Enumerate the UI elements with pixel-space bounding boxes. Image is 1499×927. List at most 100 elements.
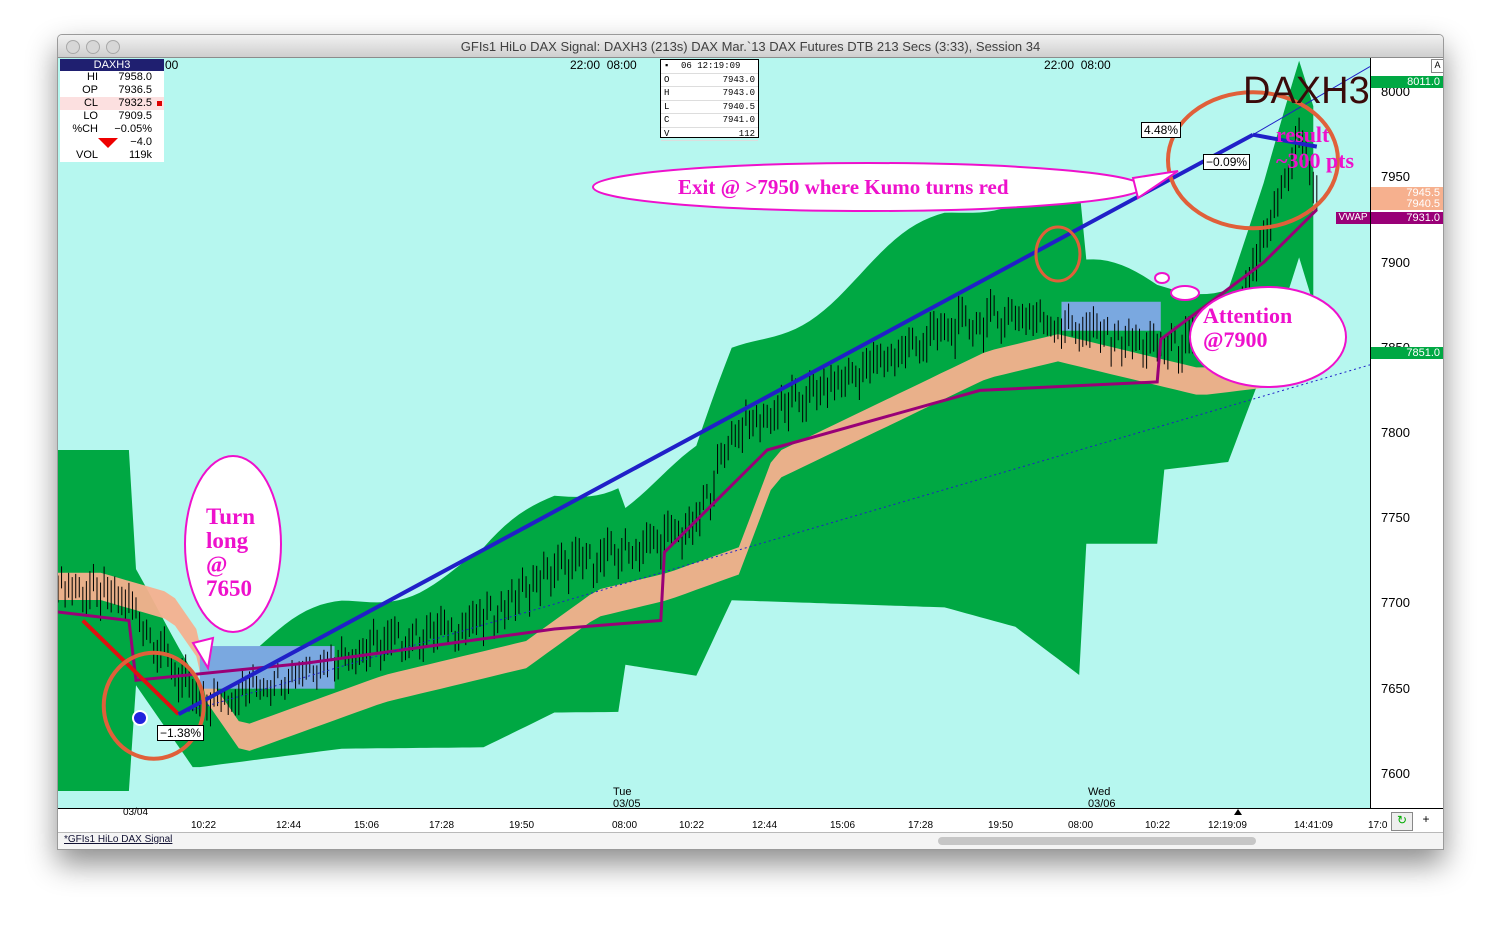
ohlc-key: LO bbox=[83, 110, 98, 122]
last-high-tag: 8011.0 bbox=[1371, 76, 1443, 88]
exit-label: Exit @ >7950 where Kumo turns red bbox=[678, 175, 1009, 199]
time-tick-label: 15:06 bbox=[830, 820, 856, 831]
time-tick-label: 08:00 bbox=[612, 820, 638, 831]
data-window-row: O 7943.0 bbox=[661, 74, 758, 87]
price-tick-label: 7900 bbox=[1381, 254, 1410, 270]
time-tick-label: 19:50 bbox=[988, 820, 1014, 831]
pct-label-end: −0.09% bbox=[1203, 154, 1251, 170]
title-bar: GFIs1 HiLo DAX Signal: DAXH3 (213s) DAX … bbox=[58, 35, 1443, 58]
time-tick-label: 10:22 bbox=[191, 820, 217, 831]
data-window-key: O bbox=[664, 74, 670, 85]
attention-label: Attention @7900 bbox=[1203, 304, 1292, 352]
signal-marker-icon bbox=[132, 710, 148, 726]
ohlc-key: HI bbox=[87, 71, 98, 83]
down-arrow-icon bbox=[98, 138, 118, 148]
data-window-value: 112 bbox=[738, 128, 755, 139]
ohlc-symbol: DAXH3 bbox=[60, 59, 164, 71]
ohlc-value: 119k bbox=[128, 149, 152, 161]
top-time-right: 22:00 08:00 bbox=[1044, 58, 1111, 72]
ohlc-key: OP bbox=[82, 84, 98, 96]
data-window-value: 7941.0 bbox=[722, 115, 755, 125]
ohlc-key: %CH bbox=[72, 123, 98, 135]
thought-dot-large bbox=[1170, 285, 1200, 301]
plot-area[interactable]: DAXH3 result ~300 pts DAXH3 HI 7958.0 OP 79… bbox=[58, 58, 1370, 808]
top-time-partial: 00 bbox=[165, 58, 179, 72]
time-tick-label: 14:41:09 bbox=[1294, 820, 1333, 831]
zoom-in-icon[interactable]: + bbox=[1416, 812, 1436, 829]
data-window-row: ▪ 06 12:19:09 bbox=[661, 60, 758, 74]
ohlc-value: −4.0 bbox=[130, 136, 152, 148]
turn-long-line3: @ bbox=[206, 552, 228, 577]
data-window-key: ▪ bbox=[664, 61, 670, 71]
turn-long-line1: Turn bbox=[206, 504, 256, 529]
status-bar: *GFIs1 HiLo DAX Signal bbox=[58, 832, 1443, 849]
data-window-key: V bbox=[664, 128, 670, 139]
data-window: ▪ 06 12:19:09 O 7943.0 H 7943.0 L 7940.5 C 7941.0… bbox=[660, 59, 759, 141]
vwap-name-tag: VWAP bbox=[1336, 212, 1370, 224]
ohlc-key: CL bbox=[83, 97, 98, 109]
ohlc-row: OP 7936.5 bbox=[60, 84, 164, 97]
turn-long-label: Turn long @ 7650 bbox=[206, 505, 255, 601]
price-chart bbox=[58, 60, 1370, 791]
ohlc-value: 7932.5 bbox=[118, 97, 152, 109]
turn-long-line4: 7650 bbox=[206, 576, 252, 601]
time-tick-label: 03/04 bbox=[123, 807, 149, 818]
time-tick-label: 15:06 bbox=[354, 820, 380, 831]
auto-scale-button[interactable]: A bbox=[1431, 59, 1443, 73]
data-window-value: 7943.0 bbox=[722, 74, 755, 85]
kumo-tag-2: 7940.5 bbox=[1371, 198, 1443, 210]
pct-label-high: 4.48% bbox=[1141, 122, 1182, 138]
thought-dot-small bbox=[1154, 272, 1170, 284]
ohlc-row: LO 7909.5 bbox=[60, 110, 164, 123]
ohlc-row: %CH −0.05% bbox=[60, 123, 164, 136]
date-label: 03/05 bbox=[613, 798, 641, 808]
chart-window: GFIs1 HiLo DAX Signal: DAXH3 (213s) DAX … bbox=[57, 34, 1444, 850]
price-tick-label: 7750 bbox=[1381, 510, 1410, 526]
price-axis[interactable]: 760076507700775078007850790079508000 801… bbox=[1370, 58, 1443, 808]
symbol-watermark: DAXH3 bbox=[1243, 70, 1370, 112]
time-tick-label: 10:22 bbox=[679, 820, 705, 831]
attention-line2: @7900 bbox=[1203, 327, 1268, 352]
price-tick-label: 7700 bbox=[1381, 595, 1410, 611]
ohlc-key: VOL bbox=[75, 149, 98, 161]
ohlc-row: VOL 119k bbox=[60, 149, 164, 162]
day-label: Tue bbox=[613, 786, 632, 798]
time-tick-label: 12:44 bbox=[752, 820, 778, 831]
refresh-icon[interactable]: ↻ bbox=[1391, 812, 1413, 831]
result-label: result ~300 pts bbox=[1276, 122, 1355, 173]
data-window-value: 06 12:19:09 bbox=[681, 61, 741, 71]
window-title: GFIs1 HiLo DAX Signal: DAXH3 (213s) DAX … bbox=[460, 39, 1041, 54]
time-axis[interactable]: 03/04 10:22 12:44 15:06 17:28 19:50 08:00 10:22… bbox=[58, 807, 1443, 833]
time-tick-label: 17:28 bbox=[908, 820, 934, 831]
current-time-marker-icon bbox=[1234, 809, 1242, 815]
price-tick-label: 7800 bbox=[1381, 425, 1410, 440]
vwap-tag: 7931.0 bbox=[1371, 212, 1443, 224]
time-tick-label: 19:50 bbox=[509, 820, 535, 831]
turn-long-line2: long bbox=[206, 528, 249, 553]
ohlc-value: 7936.5 bbox=[118, 84, 152, 96]
top-time-mid: 22:00 08:00 bbox=[570, 58, 637, 72]
time-tick-label: 17:28 bbox=[429, 820, 455, 831]
date-label: 03/06 bbox=[1088, 798, 1116, 808]
ohlc-value: 7958.0 bbox=[118, 71, 152, 83]
chart-tab[interactable]: *GFIs1 HiLo DAX Signal bbox=[64, 834, 172, 845]
ohlc-value: −0.05% bbox=[114, 123, 152, 135]
horizontal-scrollbar[interactable] bbox=[938, 837, 1256, 845]
time-tick-label: 17:0 bbox=[1368, 820, 1388, 831]
data-window-row: C 7941.0 bbox=[661, 114, 758, 128]
attention-line1: Attention bbox=[1203, 303, 1293, 328]
exit-bubble-tail bbox=[1131, 170, 1179, 200]
price-tick-label: 7650 bbox=[1381, 680, 1410, 696]
day-label: Wed bbox=[1088, 786, 1111, 798]
ohlc-row: CL 7932.5 bbox=[60, 97, 164, 110]
ohlc-row: −4.0 bbox=[60, 136, 164, 149]
pct-label-low: −1.38% bbox=[157, 725, 205, 741]
close-marker-icon bbox=[157, 101, 162, 106]
ohlc-row: HI 7958.0 bbox=[60, 71, 164, 84]
ohlc-panel: DAXH3 HI 7958.0 OP 7936.5 CL 7932.5 LO 7909.5 %C… bbox=[60, 59, 164, 162]
data-window-key: L bbox=[664, 101, 670, 112]
ohlc-value: 7909.5 bbox=[118, 110, 152, 122]
data-window-key: H bbox=[664, 88, 670, 98]
time-tick-label: 12:19:09 bbox=[1208, 820, 1247, 831]
time-tick-label: 10:22 bbox=[1145, 820, 1171, 831]
